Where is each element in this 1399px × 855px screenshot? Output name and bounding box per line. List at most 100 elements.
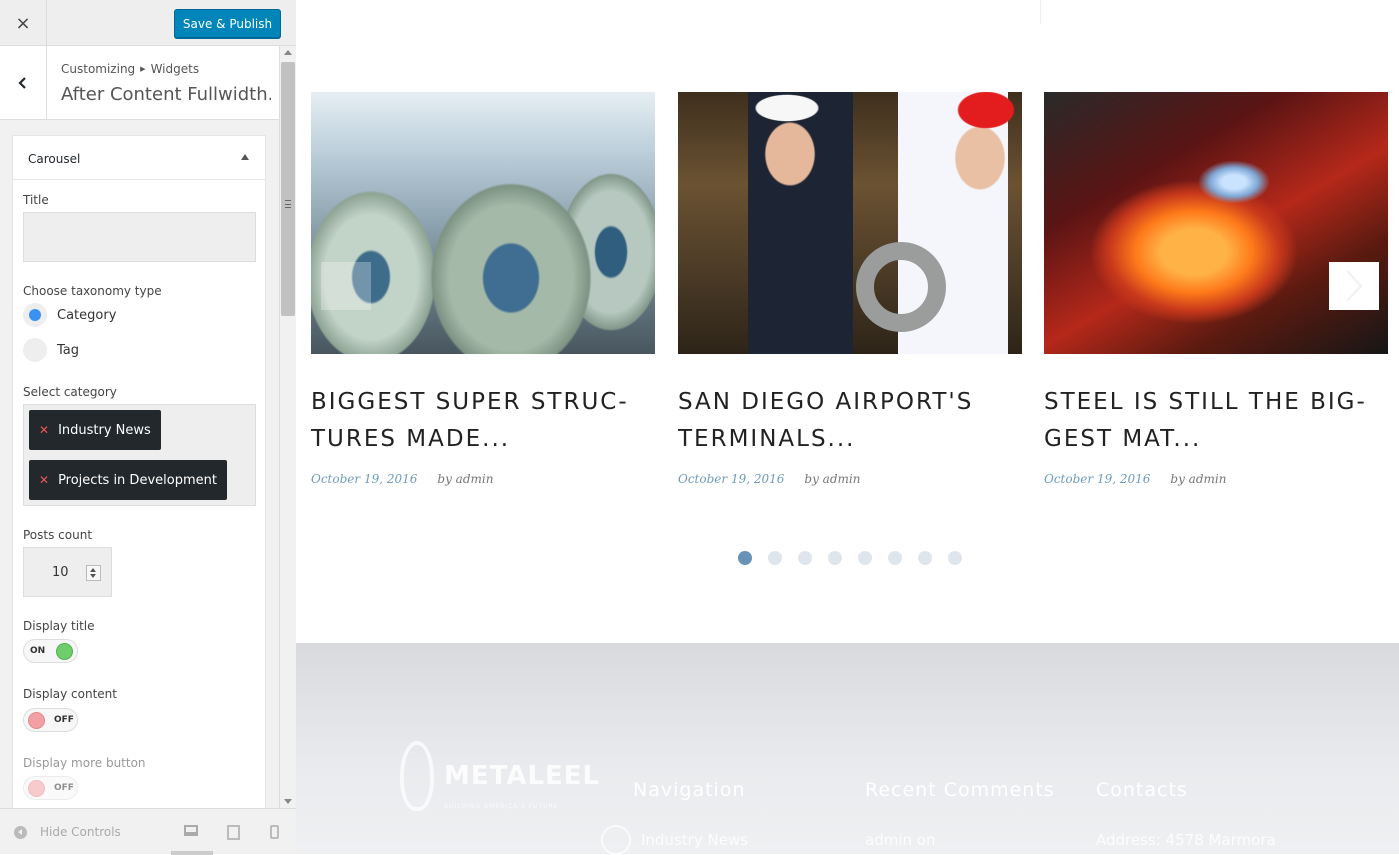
toggle-knob (28, 780, 45, 797)
category-chip: ✕ Industry News (29, 410, 161, 450)
hide-controls-button[interactable]: Hide Controls (14, 825, 121, 839)
display-title-label: Display title (23, 619, 95, 633)
site-logo[interactable]: METALEEL BUILDING AMERICA'S FUTURE (400, 741, 600, 811)
toggle-state: OFF (54, 715, 74, 725)
post-image[interactable] (1044, 92, 1388, 354)
taxonomy-radio-category[interactable] (23, 303, 47, 327)
mobile-preview-icon[interactable] (270, 825, 279, 839)
tablet-preview-icon[interactable] (227, 825, 240, 840)
customizer-topbar: × Save & Publish (0, 0, 296, 46)
section-header: Customizing ▶ Widgets After Content Fullwi… (0, 46, 279, 120)
toggle-knob (28, 712, 45, 729)
posts-count-field[interactable]: 10 (23, 547, 112, 597)
desktop-preview-icon[interactable] (184, 825, 198, 836)
carousel-dot[interactable] (888, 551, 902, 565)
posts-count-label: Posts count (23, 528, 93, 542)
customizer-footer: Hide Controls (0, 808, 296, 855)
post-title[interactable]: BIGGEST SUPER STRUC-TURES MADE... (311, 384, 655, 458)
breadcrumb-separator-icon: ▶ (140, 65, 146, 73)
footer-heading-comments: Recent Comments (865, 779, 1055, 801)
carousel-prev-button[interactable] (321, 262, 371, 310)
scroll-thumb[interactable] (281, 62, 295, 316)
category-chip-label: Industry News (58, 422, 151, 438)
taxonomy-option-category: Category (57, 308, 117, 323)
category-chip: ✕ Projects in Development (29, 460, 227, 500)
post-image[interactable] (678, 92, 1022, 354)
chevron-right-icon (1346, 270, 1363, 302)
widget-title: Carousel (28, 152, 81, 166)
post-title[interactable]: SAN DIEGO AIRPORT'S TERMINALS... (678, 384, 1022, 458)
scroll-down-icon[interactable] (284, 799, 292, 804)
post-author[interactable]: by admin (1170, 472, 1226, 486)
chevron-left-icon (18, 76, 26, 89)
footer-nav-item[interactable]: Industry News (641, 831, 748, 849)
site-footer: METALEEL BUILDING AMERICA'S FUTURE Navig… (296, 643, 1399, 854)
title-label: Title (23, 193, 49, 207)
carousel-dot[interactable] (918, 551, 932, 565)
toggle-knob (56, 643, 73, 660)
title-input[interactable] (23, 212, 256, 262)
carousel-next-button[interactable] (1329, 262, 1379, 310)
post-title[interactable]: STEEL IS STILL THE BIG-GEST MAT... (1044, 384, 1388, 458)
nav-bullet-icon (601, 825, 631, 854)
carousel-dot[interactable] (798, 551, 812, 565)
scroll-up-icon[interactable] (284, 50, 292, 55)
save-publish-button[interactable]: Save & Publish (174, 9, 281, 38)
display-more-toggle[interactable]: OFF (23, 776, 78, 800)
post-date[interactable]: October 19, 2016 (311, 472, 417, 486)
display-more-label: Display more button (23, 756, 146, 770)
footer-contact-item: Address: 4578 Marmora (1096, 831, 1276, 849)
carousel-dot[interactable] (828, 551, 842, 565)
carousel-dot[interactable] (738, 551, 752, 565)
post-meta: October 19, 2016 by admin (678, 472, 1022, 486)
widget-header[interactable]: Carousel (13, 136, 265, 180)
divider (1040, 0, 1041, 24)
category-label: Select category (23, 385, 117, 399)
taxonomy-radio-tag[interactable] (23, 338, 47, 362)
breadcrumb-child: Widgets (150, 62, 200, 76)
logo-text: METALEEL (444, 761, 601, 791)
footer-heading-contacts: Contacts (1096, 779, 1188, 801)
back-button[interactable] (0, 46, 47, 119)
posts-count-value: 10 (52, 565, 69, 580)
collapse-arrow-icon[interactable] (241, 154, 249, 160)
post-author[interactable]: by admin (437, 472, 493, 486)
carousel-dot[interactable] (948, 551, 962, 565)
post-meta: October 19, 2016 by admin (311, 472, 655, 486)
category-select[interactable]: ✕ Industry News ✕ Projects in Developmen… (23, 404, 256, 506)
taxonomy-label: Choose taxonomy type (23, 284, 162, 298)
carousel-dot[interactable] (858, 551, 872, 565)
toggle-state: OFF (54, 783, 74, 793)
section-title: After Content Fullwidth... (61, 84, 271, 105)
post-author[interactable]: by admin (804, 472, 860, 486)
remove-icon[interactable]: ✕ (39, 473, 49, 487)
carousel-post[interactable]: SAN DIEGO AIRPORT'S TERMINALS... October… (678, 92, 1022, 486)
flange-shape (856, 242, 946, 332)
active-device-indicator (171, 851, 213, 855)
collapse-icon (14, 825, 27, 839)
grip-icon (285, 200, 291, 208)
sidebar-scrollbar[interactable] (279, 46, 296, 808)
display-content-toggle[interactable]: OFF (23, 708, 78, 732)
hide-controls-label: Hide Controls (40, 825, 121, 839)
category-chip-label: Projects in Development (58, 472, 217, 488)
toggle-state: ON (30, 646, 46, 656)
carousel-pagination (738, 551, 962, 565)
carousel-dot[interactable] (768, 551, 782, 565)
footer-heading-navigation: Navigation (633, 779, 746, 801)
stepper-icon[interactable] (86, 565, 101, 581)
display-title-toggle[interactable]: ON (23, 639, 78, 663)
customizer-sidebar: × Save & Publish Customizing ▶ Widgets Aft… (0, 0, 296, 855)
logo-tagline: BUILDING AMERICA'S FUTURE (444, 803, 559, 810)
breadcrumb: Customizing ▶ Widgets (61, 62, 199, 76)
post-image[interactable] (311, 92, 655, 354)
footer-comment-item[interactable]: admin on (865, 831, 935, 849)
remove-icon[interactable]: ✕ (39, 423, 49, 437)
site-preview: BIGGEST SUPER STRUC-TURES MADE... Octobe… (296, 0, 1399, 854)
post-meta: October 19, 2016 by admin (1044, 472, 1388, 486)
display-content-label: Display content (23, 687, 117, 701)
post-date[interactable]: October 19, 2016 (678, 472, 784, 486)
close-customizer-button[interactable]: × (0, 0, 47, 46)
post-date[interactable]: October 19, 2016 (1044, 472, 1150, 486)
flame-logo-icon (400, 741, 434, 811)
